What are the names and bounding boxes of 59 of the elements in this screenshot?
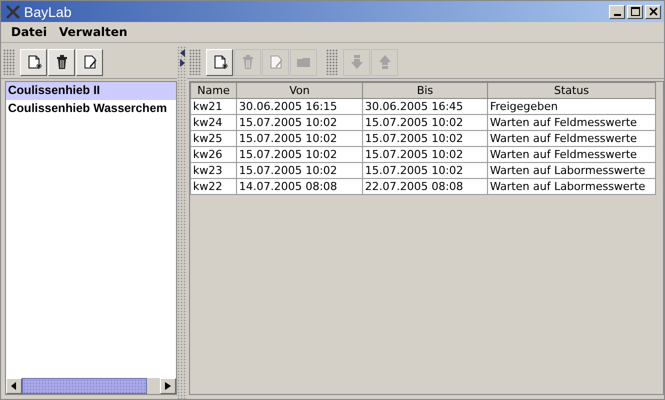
table-cell: Warten auf Labormesswerte xyxy=(488,162,656,178)
table-cell: 15.07.2005 10:02 xyxy=(362,146,488,162)
new-document-button[interactable] xyxy=(206,48,233,76)
menu-item[interactable]: Datei xyxy=(5,25,54,39)
table-cell: kw24 xyxy=(190,114,236,130)
minimize-icon xyxy=(614,14,620,16)
horizontal-scrollbar[interactable] xyxy=(6,378,176,394)
table-cell: 14.07.2005 08:08 xyxy=(236,178,362,194)
edit-document-icon xyxy=(268,54,284,70)
table-cell: Warten auf Feldmesswerte xyxy=(488,130,656,146)
table-cell: kw22 xyxy=(190,178,236,194)
table-cell: Freigegeben xyxy=(488,98,656,114)
table-cell: 22.07.2005 08:08 xyxy=(362,178,488,194)
scroll-right-button[interactable] xyxy=(160,378,176,394)
x-logo-icon xyxy=(6,4,20,18)
column-header[interactable]: Von xyxy=(236,82,362,98)
list-item[interactable]: Coulissenhieb Wasserchem xyxy=(6,100,176,118)
close-button[interactable] xyxy=(645,4,661,18)
new-document-button[interactable] xyxy=(20,48,47,76)
column-header[interactable]: Status xyxy=(488,82,656,98)
table-cell: 15.07.2005 10:02 xyxy=(236,146,362,162)
table-cell: 15.07.2005 10:02 xyxy=(236,130,362,146)
table-cell: 15.07.2005 10:02 xyxy=(362,130,488,146)
toolbar-grip[interactable] xyxy=(3,49,15,75)
table-cell: kw23 xyxy=(190,162,236,178)
arrow-down-icon xyxy=(348,54,364,70)
table-cell: 30.06.2005 16:15 xyxy=(236,98,362,114)
table-cell: kw26 xyxy=(190,146,236,162)
close-icon xyxy=(648,7,658,16)
new-document-icon xyxy=(26,54,42,70)
list-item[interactable]: Coulissenhieb II xyxy=(6,82,176,100)
table-cell: Warten auf Feldmesswerte xyxy=(488,114,656,130)
window-title: BayLab xyxy=(24,4,72,20)
arrow-left-icon xyxy=(11,382,17,390)
toolbar-grip[interactable] xyxy=(189,49,201,75)
column-header[interactable]: Name xyxy=(190,82,236,98)
maximize-icon xyxy=(630,7,640,16)
menu-item[interactable]: Verwalten xyxy=(53,25,134,39)
arrow-right-icon xyxy=(165,382,171,390)
new-document-icon xyxy=(212,54,228,70)
table-cell: kw25 xyxy=(190,130,236,146)
table-cell: kw21 xyxy=(190,98,236,114)
collapse-left-icon[interactable] xyxy=(180,49,184,57)
table-cell: 15.07.2005 10:02 xyxy=(236,114,362,130)
table-cell: 15.07.2005 10:02 xyxy=(362,162,488,178)
scroll-thumb[interactable] xyxy=(22,378,147,394)
expand-right-icon[interactable] xyxy=(180,59,184,67)
table-cell: 15.07.2005 10:02 xyxy=(362,114,488,130)
table-cell: Warten auf Labormesswerte xyxy=(488,178,656,194)
table-cell: 30.06.2005 16:45 xyxy=(362,98,488,114)
toolbar-grip[interactable] xyxy=(326,49,338,75)
arrow-up-icon xyxy=(376,54,392,70)
minimize-button[interactable] xyxy=(609,4,625,18)
table-cell: 15.07.2005 10:02 xyxy=(236,162,362,178)
scroll-left-button[interactable] xyxy=(6,378,22,394)
column-header[interactable]: Bis xyxy=(362,82,488,98)
edit-document-icon xyxy=(82,54,98,70)
maximize-button[interactable] xyxy=(627,4,643,18)
table-cell: Warten auf Feldmesswerte xyxy=(488,146,656,162)
